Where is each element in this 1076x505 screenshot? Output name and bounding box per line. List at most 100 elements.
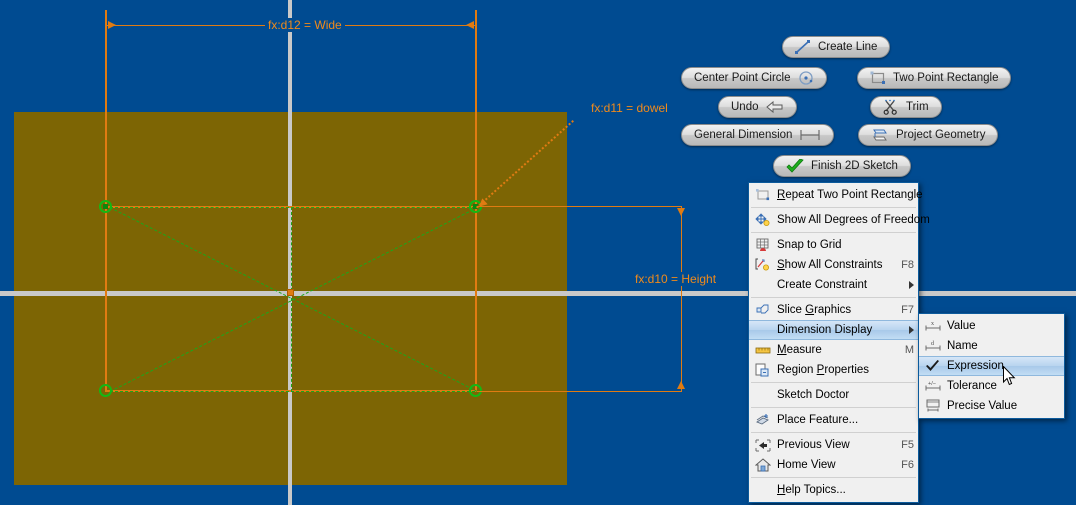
- toolbar-button-undo[interactable]: Undo: [718, 96, 797, 118]
- menu-item-label: Show All Degrees of Freedom: [777, 214, 930, 226]
- menu-item-label: Slice Graphics: [777, 304, 852, 316]
- svg-text:x: x: [931, 321, 934, 327]
- menu-item-create-constraint[interactable]: Create Constraint: [749, 275, 918, 295]
- sketch-point-bottom-left[interactable]: [99, 384, 112, 397]
- rectangle-icon: [753, 187, 773, 203]
- chevron-right-icon: [909, 281, 914, 289]
- menu-separator: [751, 432, 916, 433]
- blank-icon: [753, 387, 773, 403]
- previous-view-icon: [753, 437, 773, 453]
- menu-item-label: Repeat Two Point Rectangle: [777, 189, 923, 201]
- dim-precise-icon: [923, 398, 943, 414]
- dimension-label-d11[interactable]: fx:d11 = dowel: [588, 101, 671, 115]
- menu-item-label: Previous View: [777, 439, 850, 451]
- scissors-icon: [883, 99, 899, 115]
- toolbar-button-create-line[interactable]: Create Line: [782, 36, 891, 58]
- menu-item-shortcut: F8: [901, 259, 914, 271]
- line-icon: [795, 40, 811, 54]
- menu-item-label: Sketch Doctor: [777, 389, 850, 401]
- menu-item-show-all-degrees-of-freedom[interactable]: Show All Degrees of Freedom: [749, 210, 930, 230]
- context-menu[interactable]: Repeat Two Point Rectangle Show All Degr…: [748, 182, 930, 503]
- blank-icon: [753, 322, 773, 338]
- toolbar-label: Trim: [906, 101, 929, 113]
- construction-line-h-top: [110, 207, 475, 208]
- inventor-sketch-window: fx:d12 = Wide fx:d10 = Height fx:d11 = d…: [0, 0, 1076, 505]
- dim-wide-arrow-left: [108, 21, 116, 29]
- menu-separator: [751, 207, 916, 208]
- green-check-icon: [786, 158, 804, 174]
- dim-height-ext-bottom: [477, 391, 682, 392]
- construction-line-h-bottom: [110, 391, 475, 392]
- submenu-item-precise-value[interactable]: Precise Value: [919, 396, 1064, 416]
- dimension-display-submenu[interactable]: x Value d Name Expression +/− Tolerance: [918, 313, 1065, 419]
- extension-line-top-right: [475, 10, 477, 206]
- menu-item-measure[interactable]: Measure M: [749, 340, 918, 360]
- menu-item-region-properties[interactable]: Region Properties: [749, 360, 918, 380]
- dim-height-ext-top: [477, 206, 682, 207]
- menu-item-label: Show All Constraints: [777, 259, 883, 271]
- menu-separator: [751, 477, 916, 478]
- ruler-icon: [753, 342, 773, 358]
- menu-item-shortcut: F5: [901, 439, 914, 451]
- submenu-item-label: Name: [947, 340, 978, 352]
- menu-separator: [751, 232, 916, 233]
- blank-icon: [753, 482, 773, 498]
- home-view-icon: [753, 457, 773, 473]
- menu-item-label: Create Constraint: [777, 279, 868, 291]
- menu-item-help-topics[interactable]: Help Topics...: [749, 480, 918, 500]
- submenu-item-tolerance[interactable]: +/− Tolerance: [919, 376, 1064, 396]
- menu-item-label: Measure: [777, 344, 822, 356]
- menu-item-home-view[interactable]: Home View F6: [749, 455, 918, 475]
- degrees-of-freedom-icon: [753, 212, 773, 228]
- toolbar-label: Finish 2D Sketch: [811, 160, 898, 172]
- rectangle-edge-right[interactable]: [475, 206, 477, 392]
- menu-item-label: Help Topics...: [777, 484, 846, 496]
- submenu-item-label: Tolerance: [947, 380, 997, 392]
- dim-height-arrow-top: [677, 208, 685, 216]
- menu-item-label: Home View: [777, 459, 836, 471]
- submenu-item-expression[interactable]: Expression: [919, 356, 1064, 376]
- submenu-item-label: Precise Value: [947, 400, 1018, 412]
- menu-item-dimension-display[interactable]: Dimension Display: [749, 320, 918, 340]
- checkmark-icon: [923, 358, 943, 374]
- menu-item-label: Dimension Display: [777, 324, 873, 336]
- sketch-point-top-left[interactable]: [99, 200, 112, 213]
- menu-item-shortcut: F7: [901, 304, 914, 316]
- menu-item-place-feature[interactable]: Place Feature...: [749, 410, 918, 430]
- dimension-label-d10[interactable]: fx:d10 = Height: [632, 272, 720, 286]
- chevron-right-icon: [909, 326, 914, 334]
- toolbar-label: Two Point Rectangle: [893, 72, 999, 84]
- submenu-item-value[interactable]: x Value: [919, 316, 1064, 336]
- menu-item-label: Region Properties: [777, 364, 870, 376]
- submenu-item-name[interactable]: d Name: [919, 336, 1064, 356]
- rectangle-edge-left[interactable]: [105, 206, 107, 392]
- menu-item-snap-to-grid[interactable]: Snap to Grid: [749, 235, 918, 255]
- svg-text:d: d: [931, 341, 934, 347]
- toolbar-button-general-dimension[interactable]: General Dimension: [681, 124, 835, 146]
- menu-item-shortcut: F6: [901, 459, 914, 471]
- toolbar-button-trim[interactable]: Trim: [870, 96, 942, 118]
- menu-item-sketch-doctor[interactable]: Sketch Doctor: [749, 385, 918, 405]
- dim-value-icon: x: [923, 318, 943, 334]
- toolbar-label: Create Line: [818, 41, 878, 53]
- toolbar-button-finish-2d-sketch[interactable]: Finish 2D Sketch: [773, 155, 911, 177]
- menu-item-show-all-constraints[interactable]: Show All Constraints F8: [749, 255, 918, 275]
- toolbar-button-project-geometry[interactable]: Project Geometry: [858, 124, 999, 146]
- toolbar-button-center-point-circle[interactable]: Center Point Circle: [681, 67, 827, 89]
- slice-graphics-icon: [753, 302, 773, 318]
- grid-snap-icon: [753, 237, 773, 253]
- submenu-item-label: Expression: [947, 360, 1004, 372]
- blank-icon: [753, 277, 773, 293]
- rectangle-icon: [870, 71, 886, 85]
- menu-item-shortcut: M: [904, 344, 914, 356]
- sketch-origin-point[interactable]: [287, 289, 294, 296]
- menu-item-previous-view[interactable]: Previous View F5: [749, 435, 918, 455]
- dim-wide-arrow-right: [466, 21, 474, 29]
- dimension-label-d12[interactable]: fx:d12 = Wide: [265, 18, 345, 32]
- toolbar-label: General Dimension: [694, 129, 793, 141]
- menu-item-repeat-two-point-rectangle[interactable]: Repeat Two Point Rectangle: [749, 185, 923, 205]
- menu-item-slice-graphics[interactable]: Slice Graphics F7: [749, 300, 918, 320]
- svg-text:+/−: +/−: [928, 381, 936, 387]
- toolbar-button-two-point-rectangle[interactable]: Two Point Rectangle: [857, 67, 1012, 89]
- toolbar-label: Center Point Circle: [694, 72, 791, 84]
